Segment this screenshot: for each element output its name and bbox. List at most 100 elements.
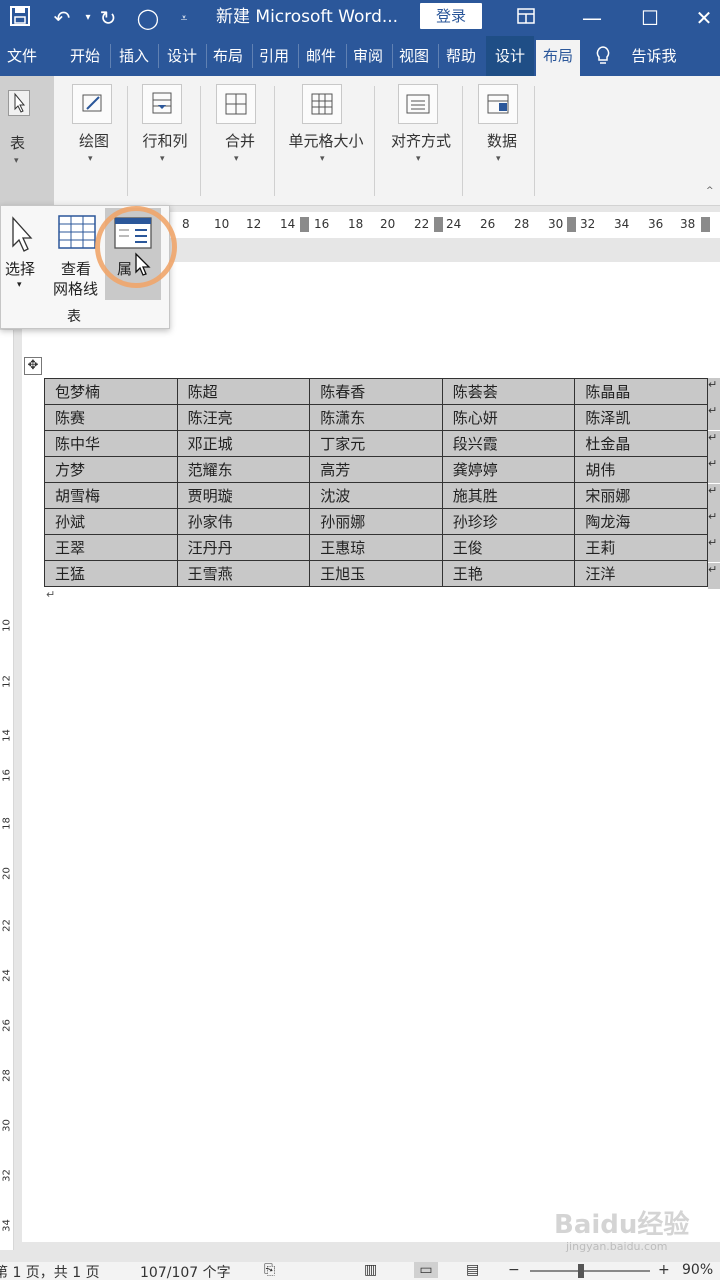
login-button[interactable]: 登录 — [420, 3, 482, 29]
alignment-label: 对齐方式 — [390, 132, 451, 150]
draw-group[interactable]: 绘图 ▾ — [64, 76, 122, 200]
table-cell[interactable]: 包梦楠 — [44, 378, 178, 405]
ruler-number: 8 — [182, 217, 190, 231]
table-cell[interactable]: 陈春香 — [309, 378, 443, 405]
table-cell[interactable]: 沈波 — [309, 482, 443, 509]
merge-group[interactable]: 合并 ▾ — [206, 76, 268, 200]
table-cell[interactable]: 孙家伟 — [176, 508, 311, 535]
table-move-handle-icon[interactable]: ✥ — [24, 357, 42, 375]
table-cell[interactable]: 龚婷婷 — [441, 456, 576, 483]
page-info[interactable]: 第 1 页，共 1 页 — [0, 1262, 100, 1280]
web-layout-icon[interactable]: ▤ — [466, 1262, 479, 1278]
tab-home[interactable]: 开始 — [62, 36, 108, 76]
ruler-number: 30 — [1, 1119, 13, 1132]
column-marker[interactable] — [434, 217, 443, 232]
table-cell[interactable]: 陈荟荟 — [441, 378, 576, 405]
table-cell[interactable]: 高芳 — [309, 456, 443, 483]
view-gridlines-label-line2[interactable]: 网格线 — [53, 278, 98, 299]
column-marker[interactable] — [701, 217, 710, 232]
zoom-slider[interactable] — [530, 1270, 650, 1272]
table-cell[interactable]: 陈晶晶 — [574, 378, 708, 405]
table-cell[interactable]: 王猛 — [44, 560, 178, 587]
table-cell[interactable]: 贾明璇 — [176, 482, 311, 509]
tab-review[interactable]: 审阅 — [346, 36, 390, 76]
table-cell[interactable]: 王翠 — [44, 534, 178, 561]
table-cell[interactable]: 丁家元 — [309, 430, 443, 457]
table-cell[interactable]: 王旭玉 — [309, 560, 443, 587]
names-table[interactable]: 包梦楠 陈超 陈春香 陈荟荟 陈晶晶 陈赛 陈汪亮 陈潇东 陈心妍 陈泽凯 陈中华 邓正城 丁家元 段兴霞… — [44, 378, 708, 587]
table-cell[interactable]: 陶龙海 — [574, 508, 708, 535]
save-icon[interactable] — [6, 5, 34, 33]
zoom-in-icon[interactable]: + — [658, 1262, 670, 1278]
column-marker[interactable] — [300, 217, 309, 232]
table-cell[interactable]: 孙丽娜 — [309, 508, 443, 535]
table-cell[interactable]: 邓正城 — [176, 430, 311, 457]
minimize-icon[interactable]: — — [578, 5, 606, 31]
zoom-slider-thumb[interactable] — [578, 1264, 584, 1278]
alignment-group[interactable]: 对齐方式 ▾ — [380, 76, 456, 200]
table-cell[interactable]: 陈心妍 — [441, 404, 576, 431]
table-row: 陈中华 邓正城 丁家元 段兴霞 杜金晶 — [44, 430, 708, 457]
table-cell[interactable]: 王艳 — [441, 560, 576, 587]
redo-icon[interactable]: ↻ — [94, 5, 122, 31]
tab-references[interactable]: 引用 — [252, 36, 296, 76]
zoom-out-icon[interactable]: − — [508, 1262, 520, 1278]
row-end-mark: ↵ — [708, 536, 720, 563]
ruler-number: 30 — [548, 217, 564, 231]
table-cell[interactable]: 陈泽凯 — [574, 404, 708, 431]
customize-toolbar-icon[interactable]: ⩡ — [170, 5, 198, 31]
view-gridlines-label-line1[interactable]: 查看 — [61, 258, 91, 279]
collapse-ribbon-icon[interactable]: ^ — [706, 186, 714, 196]
table-cell[interactable]: 陈汪亮 — [176, 404, 311, 431]
table-cell[interactable]: 方梦 — [44, 456, 178, 483]
table-group-button[interactable]: 表 ▾ — [0, 76, 54, 206]
tab-mailings[interactable]: 邮件 — [298, 36, 344, 76]
column-marker[interactable] — [567, 217, 576, 232]
ribbon-display-options-icon[interactable] — [512, 5, 540, 31]
table-cell[interactable]: 陈中华 — [44, 430, 178, 457]
tab-table-design[interactable]: 设计 — [486, 36, 534, 76]
tab-insert[interactable]: 插入 — [112, 36, 156, 76]
tab-layout[interactable]: 布局 — [206, 36, 250, 76]
read-mode-icon[interactable]: ▥ — [364, 1262, 377, 1278]
data-group[interactable]: 数据 ▾ — [468, 76, 530, 200]
table-cell[interactable]: 汪丹丹 — [176, 534, 311, 561]
table-cell[interactable]: 汪洋 — [574, 560, 708, 587]
tab-design[interactable]: 设计 — [160, 36, 204, 76]
table-cell[interactable]: 王雪燕 — [176, 560, 311, 587]
cell-size-group[interactable]: 单元格大小 ▾ — [278, 76, 370, 200]
chevron-down-icon: ▾ — [320, 154, 325, 164]
table-cell[interactable]: 陈赛 — [44, 404, 178, 431]
undo-icon[interactable]: ↶ — [48, 5, 76, 31]
proofing-icon[interactable]: ⎘ — [264, 1262, 275, 1278]
table-cell[interactable]: 孙斌 — [44, 508, 178, 535]
select-label[interactable]: 选择 — [5, 258, 35, 279]
table-cell[interactable]: 胡雪梅 — [44, 482, 178, 509]
tab-help[interactable]: 帮助 — [438, 36, 484, 76]
table-cell[interactable]: 施其胜 — [441, 482, 576, 509]
cell-size-icon — [302, 84, 342, 124]
table-cell[interactable]: 陈潇东 — [309, 404, 443, 431]
circle-icon[interactable]: ◯ — [134, 5, 162, 31]
close-icon[interactable]: ✕ — [690, 5, 718, 31]
table-cell[interactable]: 陈超 — [176, 378, 311, 405]
tab-view[interactable]: 视图 — [392, 36, 436, 76]
lightbulb-icon[interactable] — [590, 36, 616, 76]
table-cell[interactable]: 段兴霞 — [441, 430, 576, 457]
rows-columns-group[interactable]: 行和列 ▾ — [132, 76, 194, 200]
print-layout-icon[interactable]: ▭ — [414, 1262, 438, 1278]
table-cell[interactable]: 王惠琼 — [309, 534, 443, 561]
table-cell[interactable]: 胡伟 — [574, 456, 708, 483]
table-cell[interactable]: 王俊 — [441, 534, 576, 561]
word-count[interactable]: 107/107 个字 — [140, 1262, 231, 1280]
table-cell[interactable]: 杜金晶 — [574, 430, 708, 457]
tab-table-layout[interactable]: 布局 — [536, 40, 580, 76]
table-cell[interactable]: 范耀东 — [176, 456, 311, 483]
tell-me-search[interactable]: 告诉我 — [622, 36, 686, 76]
tab-file[interactable]: 文件 — [0, 36, 44, 76]
table-cell[interactable]: 王莉 — [574, 534, 708, 561]
table-cell[interactable]: 孙珍珍 — [441, 508, 576, 535]
table-cell[interactable]: 宋丽娜 — [574, 482, 708, 509]
zoom-level[interactable]: 90% — [682, 1262, 713, 1278]
maximize-icon[interactable]: ☐ — [636, 5, 664, 31]
